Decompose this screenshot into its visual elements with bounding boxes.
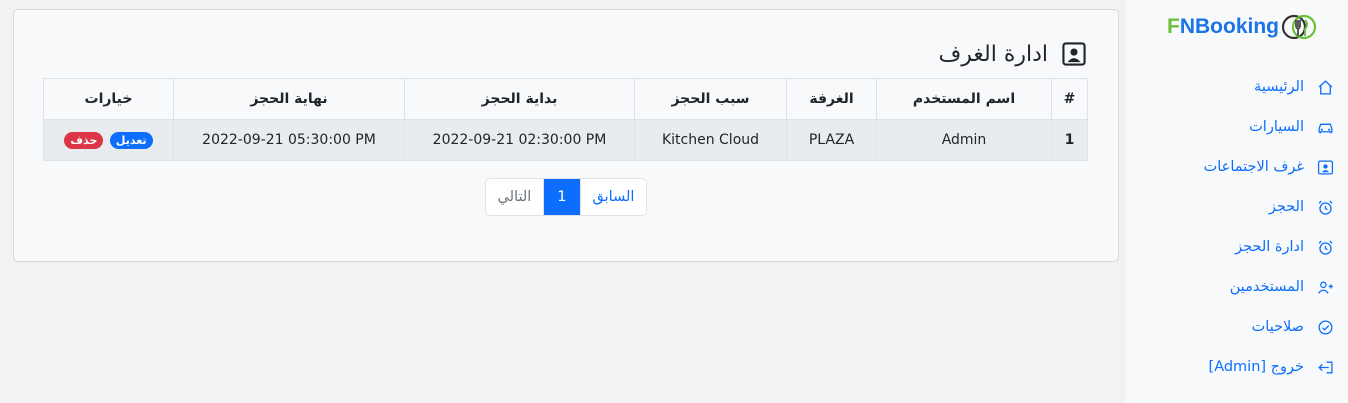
card-header: ادارة الغرف xyxy=(44,38,1088,70)
cell-start: 2022-09-21 02:30:00 PM xyxy=(404,119,635,161)
bookings-table: # اسم المستخدم الغرفة سبب الحجز بداية ال… xyxy=(43,78,1088,161)
person-square-icon xyxy=(1314,156,1336,178)
pagination: السابق 1 التالي xyxy=(44,178,1088,216)
sidebar-item-label: ادارة الحجز xyxy=(1235,239,1304,255)
column-header-number: # xyxy=(1051,78,1088,120)
fork-knife-logo-icon xyxy=(1279,12,1319,42)
car-icon xyxy=(1314,116,1336,138)
brand-name: FNBooking xyxy=(1167,15,1279,38)
alarm-icon xyxy=(1314,236,1336,258)
cell-reason: Kitchen Cloud xyxy=(634,119,787,161)
sidebar-item-label: غرف الاجتماعات xyxy=(1203,159,1304,175)
sidebar-item-label: صلاحيات xyxy=(1251,319,1304,335)
sidebar-item-permissions[interactable]: صلاحيات xyxy=(1126,307,1348,347)
column-header-options: خيارات xyxy=(43,78,174,120)
column-header-room: الغرفة xyxy=(786,78,877,120)
sidebar-item-label: الحجز xyxy=(1268,199,1304,215)
column-header-reason: سبب الحجز xyxy=(634,78,787,120)
person-plus-icon xyxy=(1314,276,1336,298)
sidebar-item-home[interactable]: الرئيسية xyxy=(1126,67,1348,107)
delete-button[interactable]: حذف xyxy=(64,131,104,149)
table-header-row: # اسم المستخدم الغرفة سبب الحجز بداية ال… xyxy=(43,78,1088,120)
page-1-button[interactable]: 1 xyxy=(543,179,580,215)
next-page-button[interactable]: التالي xyxy=(485,179,544,215)
sidebar-item-booking[interactable]: الحجز xyxy=(1126,187,1348,227)
column-header-username: اسم المستخدم xyxy=(876,78,1052,120)
previous-page-button[interactable]: السابق xyxy=(579,179,647,215)
start-datetime: 2022-09-21 02:30:00 PM xyxy=(432,132,607,148)
page-title: ادارة الغرف xyxy=(938,41,1048,67)
rooms-management-card: ادارة الغرف # اسم المستخدم الغرفة سبب ال… xyxy=(13,9,1119,262)
cell-number: 1 xyxy=(1051,119,1088,161)
table-row: 1 Admin PLAZA Kitchen Cloud 2022-09-21 0… xyxy=(43,119,1088,161)
main-content: ادارة الغرف # اسم المستخدم الغرفة سبب ال… xyxy=(0,0,1126,403)
sidebar-item-cars[interactable]: السيارات xyxy=(1126,107,1348,147)
sidebar-item-users[interactable]: المستخدمين xyxy=(1126,267,1348,307)
sidebar-item-logout[interactable]: خروج [Admin] xyxy=(1126,347,1348,387)
person-square-icon xyxy=(1060,40,1088,68)
cell-options: تعديل حذف xyxy=(43,119,174,161)
edit-button[interactable]: تعديل xyxy=(109,131,153,149)
alarm-icon xyxy=(1314,196,1336,218)
sidebar-item-label: السيارات xyxy=(1249,119,1304,135)
sidebar-item-label: المستخدمين xyxy=(1229,279,1304,295)
brand[interactable]: FNBooking xyxy=(1126,12,1348,42)
sidebar-item-booking-management[interactable]: ادارة الحجز xyxy=(1126,227,1348,267)
cell-room: PLAZA xyxy=(786,119,877,161)
sidebar-item-label: الرئيسية xyxy=(1254,79,1304,95)
check-circle-icon xyxy=(1314,316,1336,338)
logout-icon xyxy=(1314,356,1336,378)
cell-username: Admin xyxy=(876,119,1052,161)
sidebar-item-meeting-rooms[interactable]: غرف الاجتماعات xyxy=(1126,147,1348,187)
sidebar-item-label: خروج [Admin] xyxy=(1208,359,1304,375)
sidebar: FNBooking الرئيسية السيارات غرف الاجتماع… xyxy=(1126,0,1348,403)
end-datetime: 2022-09-21 05:30:00 PM xyxy=(202,132,376,148)
pagination-group: السابق 1 التالي xyxy=(484,178,648,216)
column-header-start: بداية الحجز xyxy=(404,78,635,120)
sidebar-nav: الرئيسية السيارات غرف الاجتماعات الحجز ا… xyxy=(1126,67,1348,387)
cell-end: 2022-09-21 05:30:00 PM xyxy=(173,119,405,161)
home-icon xyxy=(1314,76,1336,98)
column-header-end: نهاية الحجز xyxy=(173,78,405,120)
